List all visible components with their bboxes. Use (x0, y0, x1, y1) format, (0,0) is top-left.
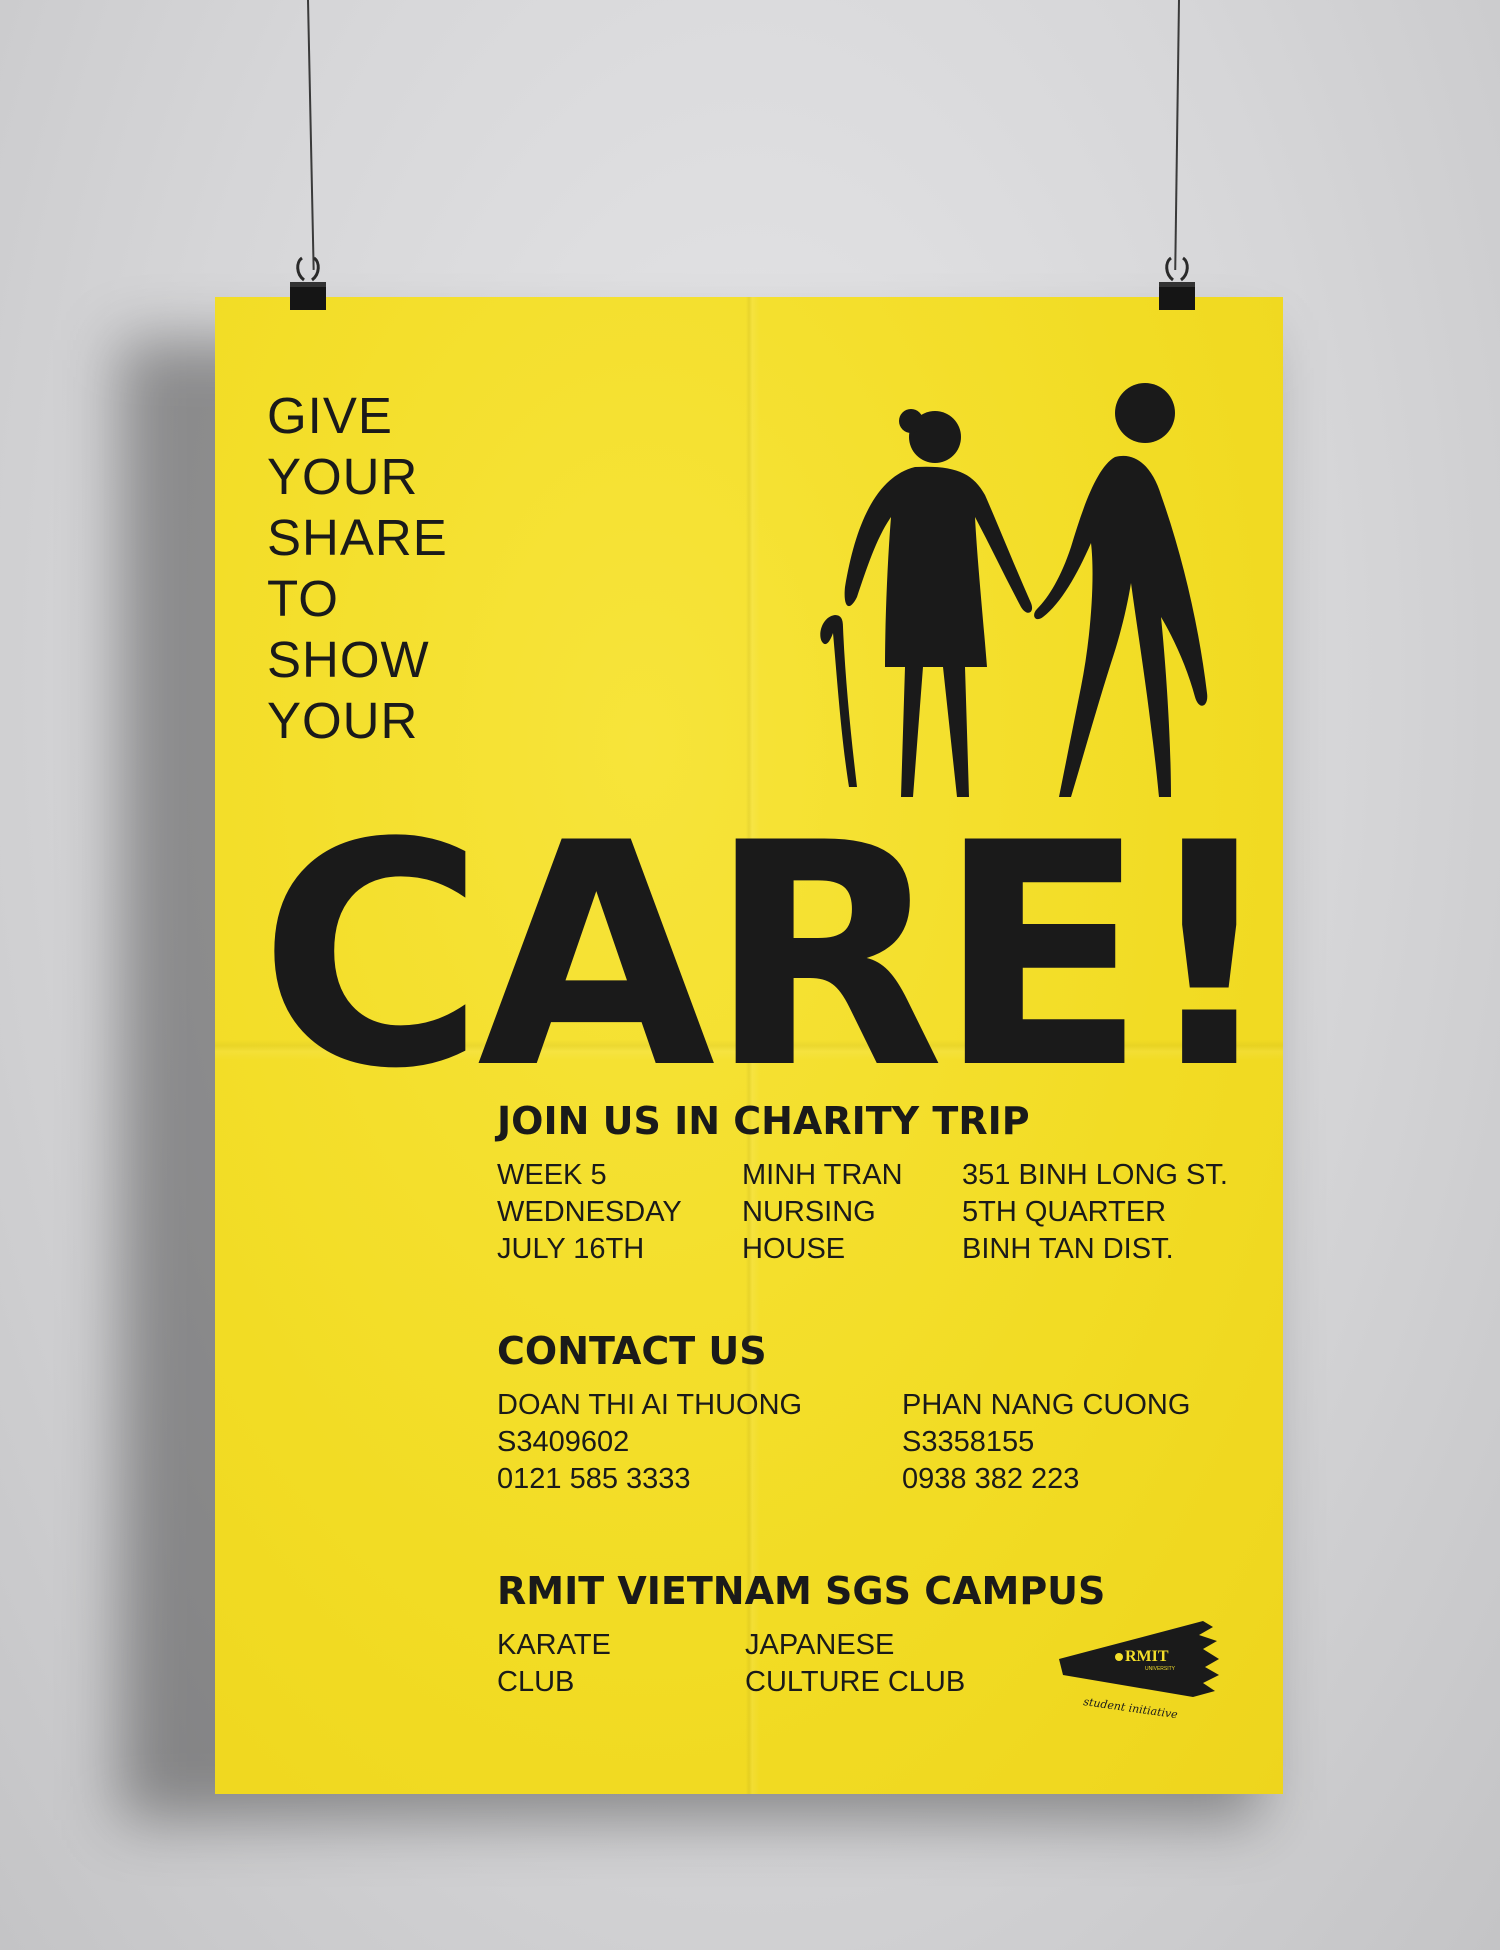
headline: CARE! (259, 777, 1279, 1136)
event-address: 351 BINH LONG ST. 5TH QUARTER BINH TAN D… (962, 1157, 1228, 1268)
organizer-heading: RMIT VIETNAM SGS CAMPUS (497, 1569, 1106, 1613)
contact-details: CONTACT US DOAN THI AI THUONG S3409602 0… (497, 1329, 1190, 1498)
contact-person: PHAN NANG CUONG S3358155 0938 382 223 (902, 1387, 1190, 1498)
event-details: JOIN US IN CHARITY TRIP WEEK 5 WEDNESDAY… (497, 1099, 1228, 1268)
tagline: GIVE YOUR SHARE TO SHOW YOUR (267, 385, 448, 751)
club-line: CULTURE CLUB (745, 1666, 966, 1698)
binder-clip-right (1159, 256, 1195, 310)
tagline-line: SHOW (267, 631, 430, 688)
contact-phone: 0938 382 223 (902, 1463, 1080, 1495)
organizer-details: RMIT VIETNAM SGS CAMPUS KARATE CLUB JAPA… (497, 1569, 1105, 1701)
event-heading: JOIN US IN CHARITY TRIP (497, 1099, 1030, 1143)
club-line: CLUB (497, 1666, 575, 1698)
event-when: WEEK 5 WEDNESDAY JULY 16TH (497, 1157, 742, 1268)
elderly-couple-holding-hands-icon (820, 383, 1208, 797)
event-address-line: BINH TAN DIST. (962, 1233, 1174, 1265)
club-karate: KARATE CLUB (497, 1627, 745, 1701)
club-line: JAPANESE (745, 1629, 895, 1661)
poster: GIVE YOUR SHARE TO SHOW YOUR CARE! JOIN … (215, 297, 1283, 1794)
club-line: KARATE (497, 1629, 611, 1661)
event-when-line: WEDNESDAY (497, 1196, 682, 1228)
logo-script: student initiative (1083, 1695, 1179, 1721)
tagline-line: GIVE (267, 387, 393, 444)
binder-clip-left (290, 256, 326, 310)
contact-id: S3358155 (902, 1426, 1035, 1458)
tagline-line: SHARE (267, 509, 448, 566)
event-address-line: 5TH QUARTER (962, 1196, 1167, 1228)
event-place-line: NURSING (742, 1196, 876, 1228)
tagline-line: YOUR (267, 692, 419, 749)
event-when-line: JULY 16TH (497, 1233, 645, 1265)
contact-name: DOAN THI AI THUONG (497, 1389, 803, 1421)
hanging-wire-right (1174, 0, 1180, 270)
event-place-line: MINH TRAN (742, 1159, 903, 1191)
event-place-line: HOUSE (742, 1233, 846, 1265)
event-address-line: 351 BINH LONG ST. (962, 1159, 1228, 1191)
contact-name: PHAN NANG CUONG (902, 1389, 1191, 1421)
club-japanese-culture: JAPANESE CULTURE CLUB (745, 1627, 965, 1701)
tagline-line: TO (267, 570, 339, 627)
contact-heading: CONTACT US (497, 1329, 767, 1373)
contact-person: DOAN THI AI THUONG S3409602 0121 585 333… (497, 1387, 902, 1498)
logo-subtext: UNIVERSITY (1145, 1666, 1176, 1672)
logo-text: RMIT (1125, 1648, 1169, 1665)
event-when-line: WEEK 5 (497, 1159, 607, 1191)
event-place: MINH TRAN NURSING HOUSE (742, 1157, 962, 1268)
contact-id: S3409602 (497, 1426, 630, 1458)
contact-phone: 0121 585 3333 (497, 1463, 691, 1495)
tagline-line: YOUR (267, 448, 419, 505)
hanging-wire-left (307, 0, 315, 270)
rmit-student-initiative-logo: RMIT UNIVERSITY student initiative (1059, 1621, 1219, 1721)
